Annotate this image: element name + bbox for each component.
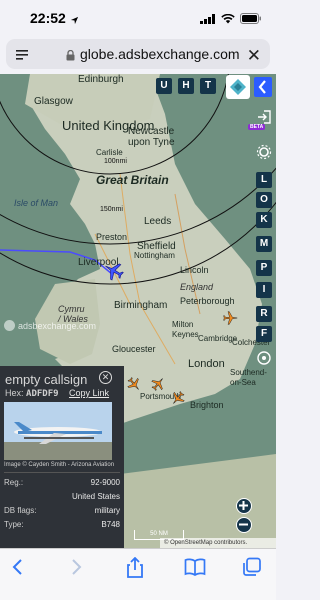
cellular-signal-icon	[200, 11, 216, 29]
label-england: England	[180, 282, 214, 292]
side-button-k[interactable]: K	[256, 212, 272, 228]
aircraft-selected-icon[interactable]	[103, 260, 125, 287]
reg-label: Reg.:	[4, 478, 24, 487]
layers-icon[interactable]	[226, 75, 250, 99]
browser-url-row: globe.adsbexchange.com ✕	[0, 34, 276, 74]
side-button-r[interactable]: R	[256, 306, 272, 322]
aircraft-icon[interactable]	[222, 310, 238, 331]
panel-hex-value: ADFDF9	[26, 389, 59, 399]
side-button-f[interactable]: F	[256, 326, 272, 342]
toolbar-t-button[interactable]: T	[200, 78, 216, 94]
label-isle-of-man: Isle of Man	[14, 198, 59, 208]
copy-link-button[interactable]: Copy Link	[69, 388, 109, 398]
panel-hex: Hex: ADFDF9	[5, 388, 59, 399]
label-edinburgh: Edinburgh	[78, 74, 124, 85]
adsbexchange-logo-icon	[4, 320, 15, 331]
label-great-britain: Great Britain	[96, 173, 169, 187]
toolbar-u-button[interactable]: U	[156, 78, 172, 94]
zoom-out-button[interactable]	[236, 517, 252, 533]
close-icon[interactable]: ✕	[247, 46, 261, 66]
zoom-in-button[interactable]	[236, 498, 252, 514]
label-range-100: 100nmi	[104, 158, 127, 165]
battery-icon	[240, 11, 262, 29]
label-lincoln: Lincoln	[180, 265, 209, 275]
collapse-sidebar-button[interactable]	[254, 77, 272, 97]
share-icon[interactable]	[126, 556, 144, 584]
panel-close-button[interactable]: ✕	[99, 371, 112, 384]
browser-bottom-toolbar	[0, 548, 276, 600]
label-nottingham: Nottingham	[134, 251, 175, 260]
settings-gear-icon[interactable]	[256, 144, 272, 165]
panel-callsign: empty callsign	[5, 372, 88, 387]
aircraft-icon[interactable]	[170, 390, 186, 411]
label-gloucester: Gloucester	[112, 344, 156, 354]
screen: 22:52 globe.adsbexchange.com ✕ Edinburgh…	[0, 0, 276, 600]
aircraft-icon[interactable]	[150, 376, 166, 397]
label-birmingham: Birmingham	[114, 300, 168, 311]
photo-credit: Image © Cayden Smith - Arizona Aviation	[4, 462, 115, 468]
label-range-150: 150nmi	[100, 206, 123, 213]
aircraft-icon[interactable]	[126, 376, 142, 397]
aircraft-photo[interactable]	[4, 402, 112, 460]
label-peterborough: Peterborough	[180, 296, 235, 306]
label-glasgow: Glasgow	[34, 96, 73, 107]
location-arrow-icon	[70, 12, 79, 30]
panel-divider	[4, 472, 120, 473]
type-value: B748	[101, 520, 120, 529]
lock-icon	[66, 48, 75, 66]
back-chevron-icon[interactable]	[10, 557, 26, 582]
wifi-icon	[221, 11, 235, 29]
label-leeds: Leeds	[144, 216, 172, 227]
reg-value: 92-9000	[90, 478, 120, 487]
side-button-l[interactable]: L	[256, 172, 272, 188]
status-time: 22:52	[30, 10, 66, 26]
url-bar[interactable]: globe.adsbexchange.com ✕	[6, 39, 270, 69]
side-button-i[interactable]: I	[256, 282, 272, 298]
side-button-o[interactable]: O	[256, 192, 272, 208]
page-menu-icon[interactable]	[15, 48, 29, 66]
login-icon[interactable]	[256, 110, 272, 124]
aircraft-info-panel: empty callsign ✕ Hex: ADFDF9 Copy Link I…	[0, 366, 124, 548]
forward-chevron-icon[interactable]	[68, 557, 84, 582]
label-milton-keynes: Milton Keynes	[172, 320, 199, 339]
watermark: adsbexchange.com	[4, 320, 96, 331]
label-newcastle: Newcastle upon Tyne	[128, 126, 175, 148]
side-button-p[interactable]: P	[256, 260, 272, 276]
dbflags-value: military	[94, 506, 120, 515]
beta-badge: BETA	[248, 124, 266, 130]
map-attribution[interactable]: © OpenStreetMap contributors.	[160, 538, 276, 548]
url-text: globe.adsbexchange.com	[80, 46, 240, 62]
toolbar-h-button[interactable]: H	[178, 78, 194, 94]
label-preston: Preston	[96, 232, 128, 242]
status-bar: 22:52	[0, 0, 276, 34]
type-label: Type:	[4, 520, 24, 529]
dbflags-label: DB flags:	[4, 506, 37, 515]
side-button-m[interactable]: M	[256, 236, 272, 252]
tabs-icon[interactable]	[242, 557, 262, 582]
label-southend: Southend-on-Sea	[230, 368, 267, 387]
label-brighton: Brighton	[190, 400, 224, 410]
label-carlisle: Carlisle	[96, 148, 123, 157]
status-icons	[200, 11, 262, 29]
label-london: London	[188, 358, 225, 370]
bookmarks-icon[interactable]	[184, 557, 206, 582]
country-value: United States	[71, 492, 120, 501]
replay-icon[interactable]	[256, 350, 272, 371]
